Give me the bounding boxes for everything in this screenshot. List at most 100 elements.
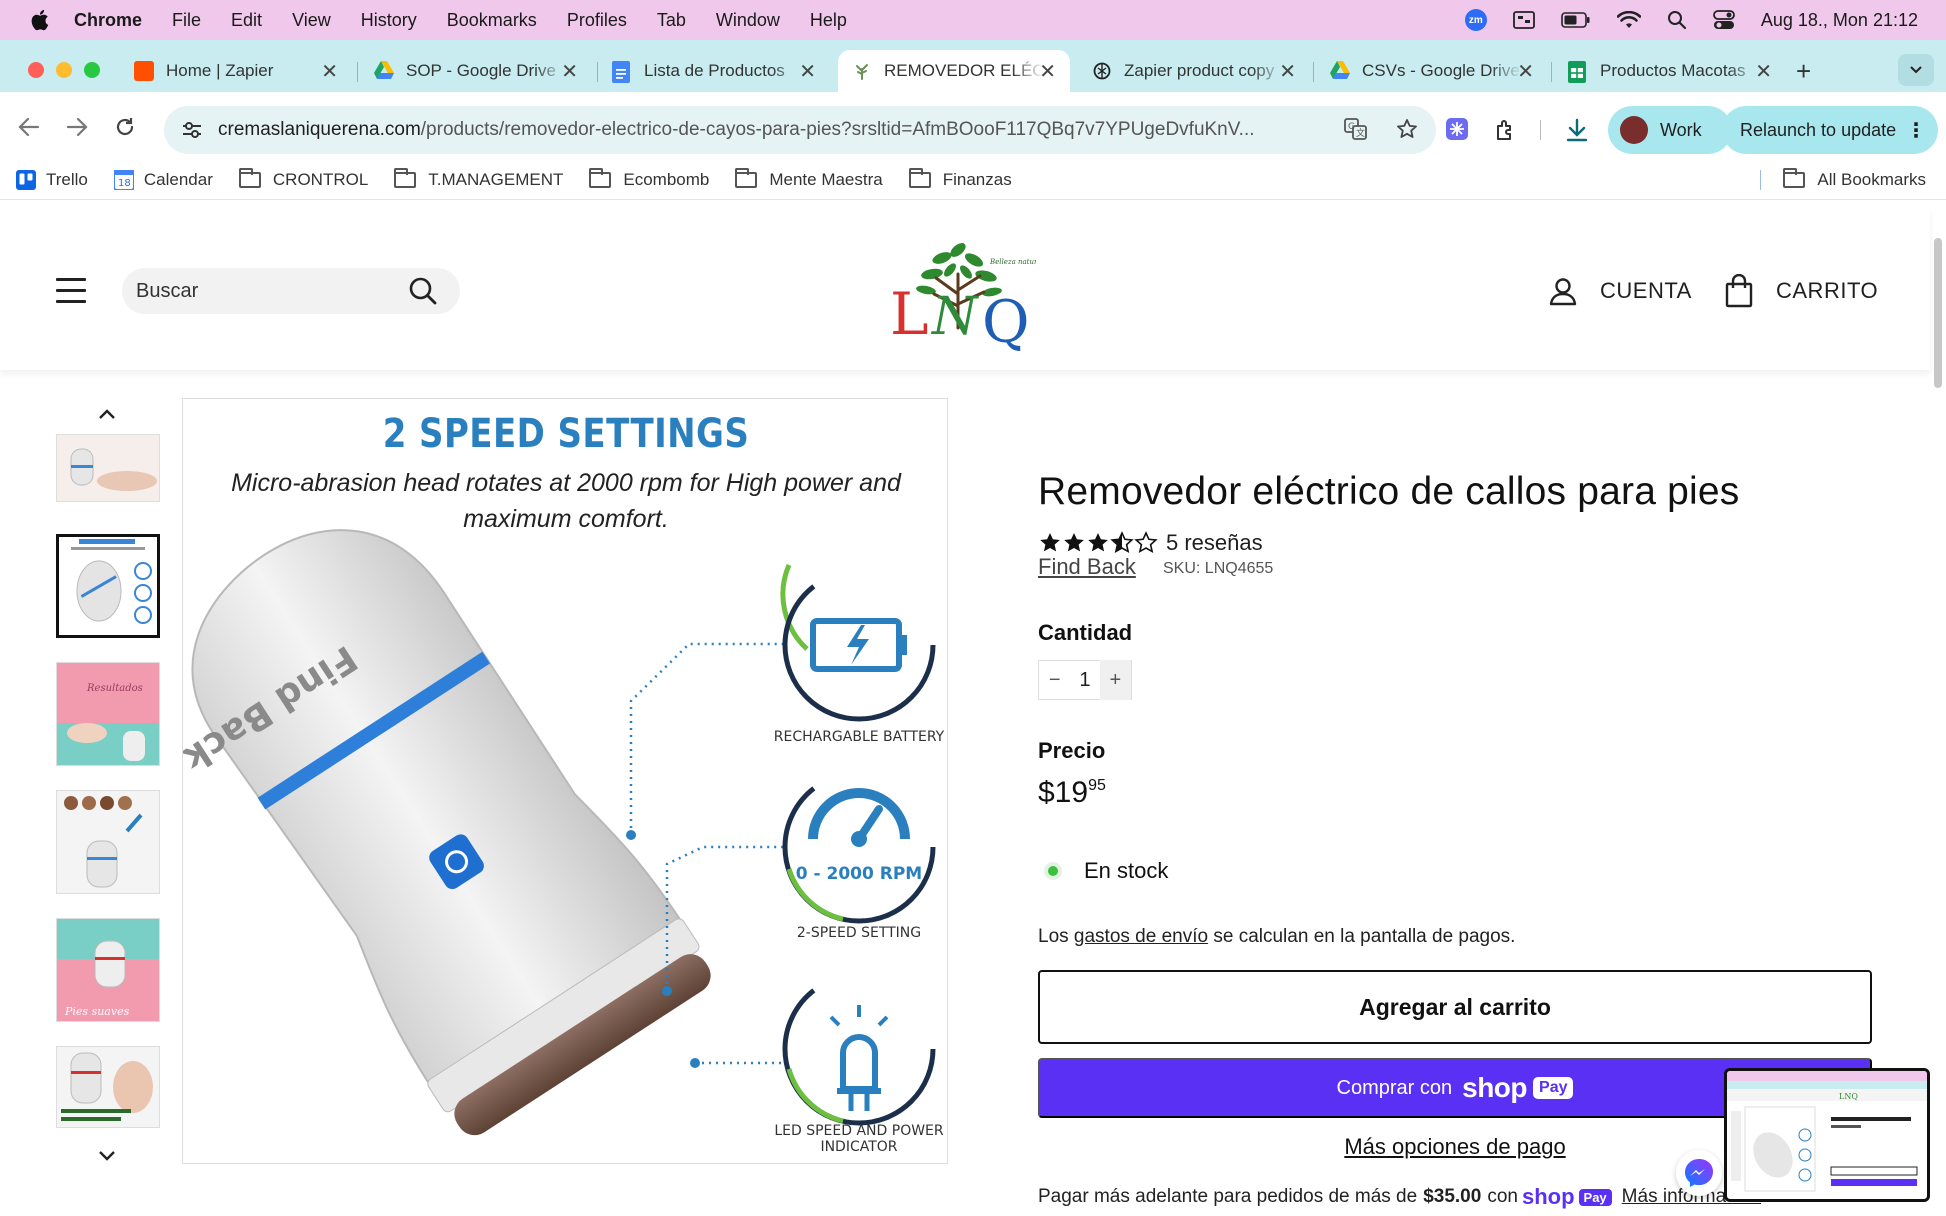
bookmark-folder-crontrol[interactable]: CRONTROL: [238, 167, 368, 190]
bookmark-folder-mente-maestra[interactable]: Mente Maestra: [735, 167, 883, 190]
all-bookmarks-button[interactable]: All Bookmarks: [1783, 167, 1926, 190]
url-text[interactable]: cremaslaniquerena.com/products/removedor…: [218, 119, 1318, 141]
menu-window[interactable]: Window: [716, 10, 780, 31]
bookmark-label: Finanzas: [942, 169, 1012, 189]
close-tab-icon[interactable]: ✕: [1517, 59, 1534, 84]
menu-help[interactable]: Help: [810, 10, 847, 31]
quantity-decrease-button[interactable]: −: [1039, 669, 1070, 692]
minimize-window-button[interactable]: [56, 62, 72, 78]
tab-removedor-active[interactable]: REMOVEDOR ELÉCTRICO ✕: [838, 50, 1070, 92]
zoom-status-icon[interactable]: zm: [1464, 9, 1487, 31]
tab-productos-macotas[interactable]: Productos Macotas ✕: [1554, 50, 1786, 92]
close-tab-icon[interactable]: ✕: [561, 59, 578, 84]
reload-button[interactable]: [114, 116, 136, 145]
menu-bookmarks[interactable]: Bookmarks: [447, 10, 537, 31]
product-thumbnail[interactable]: Resultados: [56, 662, 160, 766]
stock-status: En stock: [1044, 858, 1168, 884]
translate-status-icon[interactable]: [1512, 11, 1535, 29]
svg-text:Pies suaves: Pies suaves: [64, 1005, 130, 1018]
google-drive-favicon-icon: [374, 61, 394, 81]
svg-text:LNQ: LNQ: [1839, 1092, 1858, 1101]
extension-icon[interactable]: [1446, 118, 1468, 145]
menu-view[interactable]: View: [292, 10, 331, 31]
close-tab-icon[interactable]: ✕: [799, 59, 816, 84]
site-search-input[interactable]: Buscar: [122, 268, 460, 314]
messenger-chat-icon[interactable]: [1676, 1150, 1722, 1196]
pay-later-note: Pagar más adelante para pedidos de más d…: [1038, 1184, 1761, 1210]
rating-stars[interactable]: 5 reseñas: [1038, 530, 1263, 556]
quantity-increase-button[interactable]: +: [1099, 660, 1131, 700]
menu-edit[interactable]: Edit: [231, 10, 262, 31]
menu-history[interactable]: History: [361, 10, 417, 31]
site-info-icon[interactable]: [180, 118, 204, 142]
new-tab-button[interactable]: +: [1796, 56, 1811, 87]
reviews-count[interactable]: 5 reseñas: [1166, 530, 1263, 556]
menu-app-name[interactable]: Chrome: [74, 10, 142, 31]
svg-text:Resultados: Resultados: [86, 683, 143, 694]
zoom-window-button[interactable]: [84, 62, 100, 78]
product-thumbnail[interactable]: Pies suaves: [56, 918, 160, 1022]
page-scrollbar[interactable]: [1934, 238, 1942, 388]
product-thumbnail[interactable]: [56, 1046, 160, 1128]
tab-zapier-home[interactable]: Home | Zapier ✕: [120, 50, 352, 92]
close-tab-icon[interactable]: ✕: [1755, 59, 1772, 84]
cart-link[interactable]: CARRITO: [1724, 274, 1878, 308]
tab-zapier-product-copy[interactable]: Zapier product copy ✕: [1078, 50, 1310, 92]
stock-label: En stock: [1084, 858, 1169, 883]
account-link[interactable]: CUENTA: [1548, 276, 1692, 306]
address-bar[interactable]: cremaslaniquerena.com/products/removedor…: [164, 106, 1436, 154]
main-product-image[interactable]: 2 SPEED SETTINGS Micro-abrasion head rot…: [182, 398, 948, 1164]
menu-profiles[interactable]: Profiles: [567, 10, 627, 31]
star-rating-icon: [1040, 531, 1158, 553]
shipping-text-post: se calculan en la pantalla de pagos.: [1208, 926, 1516, 947]
screenshot-preview-thumbnail[interactable]: LNQ: [1724, 1068, 1930, 1202]
price-main: $19: [1038, 776, 1089, 809]
bookmark-folder-tmanagement[interactable]: T.MANAGEMENT: [394, 167, 563, 190]
profile-work-button[interactable]: Work: [1608, 106, 1732, 154]
bookmark-star-icon[interactable]: [1396, 118, 1418, 146]
tab-search-button[interactable]: [1898, 54, 1934, 86]
relaunch-update-button[interactable]: Relaunch to update ⋮: [1722, 106, 1938, 154]
spotlight-search-icon[interactable]: [1667, 10, 1687, 30]
product-thumbnail[interactable]: [56, 434, 160, 502]
extensions-puzzle-icon[interactable]: [1494, 118, 1518, 147]
gauge-feature-icon: [782, 770, 936, 924]
close-tab-icon[interactable]: ✕: [1039, 59, 1056, 84]
add-to-cart-button[interactable]: Agregar al carrito: [1038, 970, 1872, 1044]
logo-letter-n: N: [930, 287, 979, 347]
menubar-clock[interactable]: Aug 18., Mon 21:12: [1761, 10, 1918, 31]
more-menu-icon[interactable]: ⋮: [1906, 118, 1926, 143]
translate-icon[interactable]: G文: [1344, 118, 1368, 146]
forward-button[interactable]: [66, 116, 88, 144]
product-thumbnail[interactable]: [56, 790, 160, 894]
battery-icon[interactable]: [1561, 12, 1591, 28]
close-tab-icon[interactable]: ✕: [1279, 59, 1296, 84]
apple-icon[interactable]: [26, 7, 52, 33]
thumbnails-down-chevron-icon[interactable]: [98, 1142, 116, 1168]
search-icon[interactable]: [408, 276, 438, 312]
shipping-policy-link[interactable]: gastos de envío: [1074, 926, 1208, 947]
bookmark-calendar[interactable]: 18 Calendar: [113, 169, 213, 190]
tab-lista-productos[interactable]: Lista de Productos ✕: [598, 50, 830, 92]
wifi-icon[interactable]: [1616, 11, 1641, 29]
shipping-note: Los gastos de envío se calculan en la pa…: [1038, 926, 1515, 948]
back-button[interactable]: [18, 116, 40, 144]
bookmark-folder-finanzas[interactable]: Finanzas: [908, 167, 1012, 190]
menu-file[interactable]: File: [172, 10, 201, 31]
control-center-icon[interactable]: [1712, 10, 1735, 30]
close-window-button[interactable]: [28, 62, 44, 78]
menu-tab[interactable]: Tab: [657, 10, 686, 31]
hamburger-menu-icon[interactable]: [56, 278, 86, 311]
close-tab-icon[interactable]: ✕: [321, 59, 338, 84]
svg-text:G: G: [1348, 122, 1355, 132]
thumbnails-up-chevron-icon[interactable]: [98, 400, 116, 426]
bookmark-folder-ecombomb[interactable]: Ecombomb: [589, 167, 709, 190]
vendor-link[interactable]: Find Back: [1038, 554, 1136, 580]
tab-sop-drive[interactable]: SOP - Google Drive ✕: [360, 50, 592, 92]
download-icon[interactable]: [1566, 118, 1588, 147]
product-thumbnail-active[interactable]: [56, 534, 160, 638]
tab-csvs-drive[interactable]: CSVs - Google Drive ✕: [1316, 50, 1548, 92]
site-logo[interactable]: Belleza natural L N Q: [886, 234, 1044, 356]
bookmark-trello[interactable]: Trello: [16, 169, 88, 190]
quantity-input[interactable]: 1: [1070, 669, 1099, 692]
